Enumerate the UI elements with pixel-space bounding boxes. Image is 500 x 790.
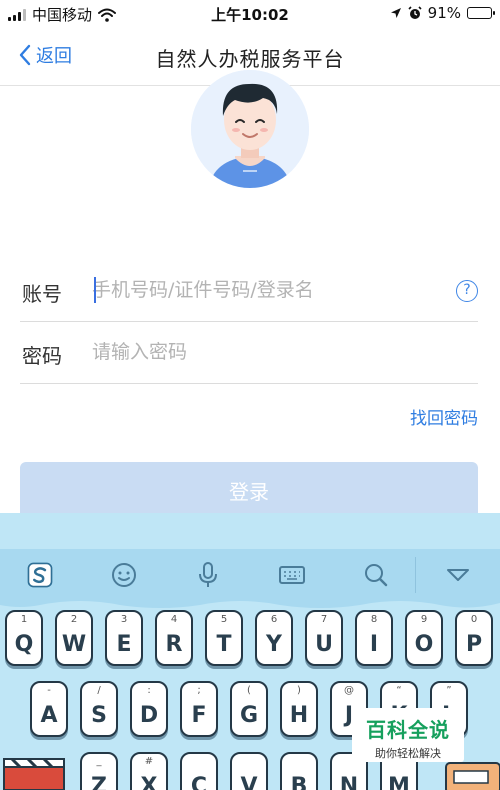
help-icon[interactable]: ? [456,280,478,302]
avatar [191,70,309,188]
key-letter: S [91,703,107,728]
key-o[interactable]: 9O [405,610,443,666]
key-p[interactable]: 0P [455,610,493,666]
key-letter: Q [14,632,34,657]
key-letter: Y [266,632,282,657]
key-x[interactable]: # X [130,752,168,790]
key-symbol: 4 [170,614,178,625]
key-letter: G [239,703,259,728]
key-symbol: - [47,685,51,696]
key-letter: W [61,632,87,657]
toolbar-divider [415,557,416,593]
key-h[interactable]: ) H [280,681,318,737]
key-u[interactable]: 7U [305,610,343,666]
key-a[interactable]: -A [30,681,68,737]
key-d[interactable]: :D [130,681,168,737]
key-symbol: 1 [20,614,28,625]
key-q[interactable]: 1Q [5,610,43,666]
key-letter: M [388,774,410,790]
password-label: 密码 [22,344,62,368]
key-f[interactable]: ; F [180,681,218,737]
key-v[interactable]: V [230,752,268,790]
key-letter: I [369,632,379,657]
key-letter: E [116,632,132,657]
status-bar: 中国移动 上午10:02 91% [0,0,500,28]
key-e[interactable]: 3E [105,610,143,666]
login-screen: 中国移动 上午10:02 91% 返回 自然人办税服务平台 账号 手机号码/证件… [0,0,500,790]
key-symbol: / [97,685,101,696]
key-symbol: _ [96,756,102,767]
key-letter: A [40,703,58,728]
key-b[interactable]: B [280,752,318,790]
key-t[interactable]: 5T [205,610,243,666]
keyboard-toolbar [0,549,500,599]
watermark-subtitle: 助你轻松解决 [375,747,441,760]
location-icon [390,8,401,18]
key-symbol: ) [297,685,301,696]
key-i[interactable]: 8I [355,610,393,666]
keyboard-icon[interactable] [278,561,306,589]
key-c[interactable]: C [180,752,218,790]
search-icon[interactable] [362,561,390,589]
account-label: 账号 [22,282,62,306]
battery-percent: 91% [427,4,461,22]
sogou-logo-icon[interactable] [26,561,54,589]
account-input[interactable] [92,274,422,306]
key-symbol: # [144,756,154,767]
password-row: 密码 [20,322,478,384]
watermark-logo: 百科全说 助你轻松解决 [352,708,464,762]
key-letter: D [139,703,159,728]
key-letter: N [339,774,359,790]
key-letter: X [140,774,158,790]
key-letter: C [190,774,208,790]
key-symbol: 2 [70,614,78,625]
key-symbol: 8 [370,614,378,625]
collapse-icon[interactable] [444,561,472,589]
page-title: 自然人办税服务平台 [155,47,345,71]
key-s[interactable]: / S [80,681,118,737]
key-letter: T [216,632,232,657]
emoji-icon[interactable] [110,561,138,589]
key-letter: R [165,632,183,657]
key-letter: U [315,632,333,657]
key-symbol: 6 [270,614,278,625]
key-y[interactable]: 6Y [255,610,293,666]
key-symbol: “ [396,685,402,696]
text-caret [94,277,96,303]
key-symbol: ; [197,685,201,696]
key-symbol: 0 [470,614,478,625]
user-avatar-icon [191,70,309,188]
delete-key-decoration-icon [445,762,500,790]
key-letter: H [289,703,309,728]
key-letter: P [465,632,483,657]
status-right: 91% [390,4,495,22]
alarm-icon [408,6,422,19]
watermark-title: 百科全说 [366,718,450,742]
key-letter: V [240,774,258,790]
key-symbol: 9 [420,614,428,625]
key-w[interactable]: 2W [55,610,93,666]
key-letter: O [414,632,434,657]
key-symbol: 3 [120,614,128,625]
key-letter: B [290,774,308,790]
forgot-password-link[interactable]: 找回密码 [410,404,478,429]
key-r[interactable]: 4R [155,610,193,666]
account-row: 账号 ? [20,260,478,322]
key-symbol: : [147,685,151,696]
key-symbol: ( [247,685,251,696]
key-symbol: ” [446,685,452,696]
key-letter: F [191,703,207,728]
battery-icon [467,7,495,19]
key-letter: Z [91,774,107,790]
clapperboard-icon [3,757,65,790]
password-input[interactable] [92,336,422,368]
microphone-icon[interactable] [194,561,222,589]
key-symbol: 7 [320,614,328,625]
key-z[interactable]: _ Z [80,752,118,790]
key-symbol: 5 [220,614,228,625]
key-g[interactable]: (G [230,681,268,737]
key-symbol: @ [344,685,354,696]
